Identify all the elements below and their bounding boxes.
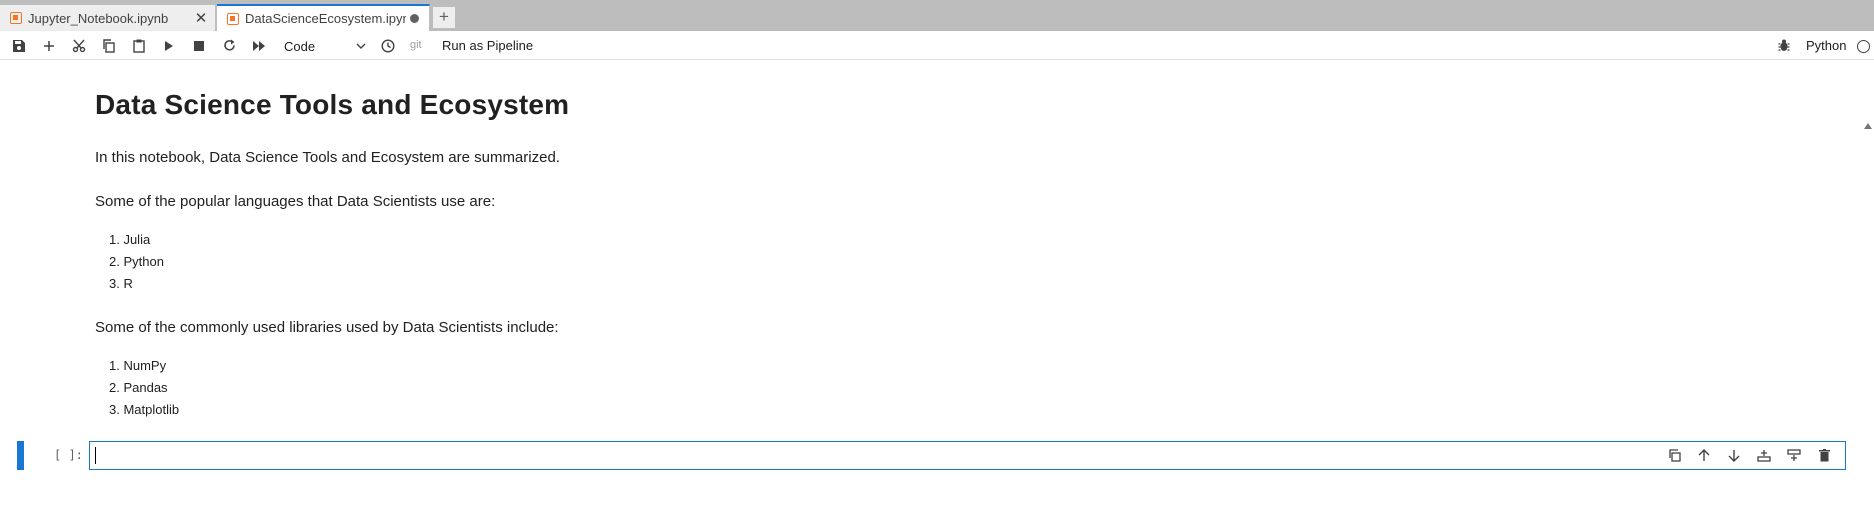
save-icon	[13, 39, 25, 52]
play-icon	[165, 40, 173, 51]
notebook-title: Data Science Tools and Ecosystem	[95, 89, 570, 120]
interrupt-button[interactable]	[188, 31, 210, 60]
refresh-icon	[223, 39, 235, 51]
libraries-list: 1. NumPy 2. Pandas 3. Matplotlib	[95, 355, 179, 421]
active-cell-indicator[interactable]	[17, 441, 24, 470]
insert-below-button[interactable]	[1779, 442, 1809, 469]
stop-icon	[194, 40, 204, 51]
insert-above-icon	[1757, 450, 1771, 462]
intro-text: In this notebook, Data Science Tools and…	[95, 149, 560, 166]
cell-type-select[interactable]: Code	[284, 36, 366, 56]
cell-toolbar	[1659, 442, 1839, 469]
clipboard-icon	[133, 39, 145, 53]
tab-label: DataScienceEcosystem.ipyn	[245, 11, 406, 26]
list-item: 3. R	[109, 276, 133, 291]
list-item: 2. Python	[109, 254, 164, 269]
cell-type-value: Code	[284, 38, 316, 54]
notebook-icon	[10, 12, 22, 24]
restart-kernel-button[interactable]	[218, 31, 240, 60]
restart-run-all-button[interactable]	[248, 31, 270, 60]
input-prompt: [ ]:	[54, 448, 83, 462]
save-button[interactable]	[8, 31, 30, 60]
move-up-button[interactable]	[1689, 442, 1719, 469]
libraries-heading: Some of the commonly used libraries used…	[95, 319, 559, 336]
text-cursor	[95, 447, 96, 464]
duplicate-icon	[1668, 449, 1681, 462]
arrow-up-icon	[1698, 449, 1710, 461]
list-item: 1. NumPy	[109, 358, 167, 373]
duplicate-cell-button[interactable]	[1659, 442, 1689, 469]
close-tab-icon[interactable]: ✕	[191, 9, 211, 27]
languages-list: 1. Julia 2. Python 3. R	[95, 229, 164, 295]
plus-icon	[44, 40, 54, 51]
bug-icon	[1778, 39, 1790, 51]
arrow-down-icon	[1728, 450, 1740, 462]
add-tab-button[interactable]: +	[432, 6, 456, 29]
scrollbar-up-arrow-icon[interactable]	[1864, 123, 1872, 129]
notebook-panel[interactable]: Data Science Tools and Ecosystem In this…	[0, 60, 1874, 514]
list-item: 3. Matplotlib	[109, 402, 180, 417]
list-item: 2. Pandas	[109, 380, 168, 395]
git-button[interactable]: git	[410, 31, 422, 60]
scissors-icon	[72, 39, 86, 52]
insert-above-button[interactable]	[1749, 442, 1779, 469]
list-item: 1. Julia	[109, 232, 151, 247]
insert-cell-button[interactable]	[38, 31, 60, 60]
run-button[interactable]	[158, 31, 180, 60]
tab-jupyter-notebook[interactable]: Jupyter_Notebook.ipynb ✕	[0, 5, 216, 31]
notebook-toolbar: Code git Run as Pipeline Python	[0, 31, 1874, 60]
tab-datascience-ecosystem[interactable]: DataScienceEcosystem.ipyn	[217, 4, 430, 31]
delete-cell-button[interactable]	[1809, 442, 1839, 469]
kernel-status-icon	[1857, 40, 1870, 53]
notebook-icon	[227, 12, 239, 25]
move-down-button[interactable]	[1719, 442, 1749, 469]
languages-heading: Some of the popular languages that Data …	[95, 193, 496, 210]
code-cell-editor[interactable]	[89, 441, 1846, 470]
trash-icon	[1818, 449, 1830, 462]
chevron-down-icon	[356, 43, 366, 49]
paste-button[interactable]	[128, 31, 150, 60]
fast-forward-icon	[253, 40, 265, 51]
run-as-pipeline-button[interactable]: Run as Pipeline	[442, 31, 533, 60]
debugger-button[interactable]	[1773, 31, 1795, 60]
tab-label: Jupyter_Notebook.ipynb	[28, 10, 169, 26]
unsaved-dot-icon[interactable]	[410, 14, 419, 23]
insert-below-icon	[1787, 449, 1801, 461]
version-history-button[interactable]	[377, 31, 399, 60]
kernel-name[interactable]: Python	[1806, 31, 1846, 60]
tab-bar: Jupyter_Notebook.ipynb ✕ DataScienceEcos…	[0, 0, 1874, 31]
clock-icon	[381, 38, 395, 53]
cut-button[interactable]	[68, 31, 90, 60]
copy-button[interactable]	[98, 31, 120, 60]
copy-icon	[103, 38, 115, 53]
